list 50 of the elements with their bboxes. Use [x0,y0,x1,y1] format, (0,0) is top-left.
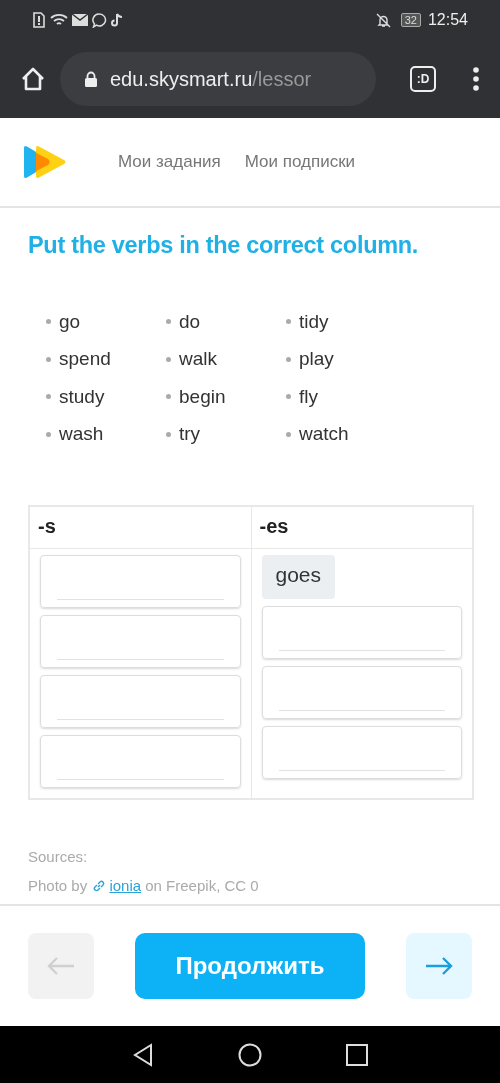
bell-off-icon [375,12,391,28]
task-title: Put the verbs in the correct column. [28,232,420,259]
drop-slot[interactable] [40,555,241,608]
verb-item: try [166,415,286,453]
verb-item: tidy [286,303,406,341]
wifi-icon [50,13,68,27]
verb-item: begin [166,378,286,416]
drop-slot[interactable] [40,615,241,668]
column-heading: -s [30,507,251,549]
drop-slot[interactable] [261,606,462,659]
photo-credit: Photo by ionia on Freepik, CC 0 [28,877,260,894]
recents-icon[interactable] [346,1043,368,1066]
tab-switcher-button[interactable]: :D [410,66,436,92]
drop-slot[interactable] [261,726,462,779]
home-circle-icon[interactable] [238,1042,262,1067]
arrow-right-icon [424,956,454,976]
url-text: edu.skysmart.ru/lessor [110,67,312,91]
verb-item: play [286,340,406,378]
sim-alert-icon [32,12,46,28]
verb-item: wash [46,415,166,453]
verb-item: spend [46,340,166,378]
clock-time: 12:54 [427,11,468,29]
next-button[interactable] [406,933,472,999]
verb-item: go [46,303,166,341]
music-note-icon [111,13,123,27]
drop-slot[interactable] [40,735,241,788]
verb-item: walk [166,340,286,378]
drop-slot[interactable] [261,666,462,719]
drop-slot[interactable] [40,675,241,728]
home-icon [20,66,46,92]
verb-item: study [46,378,166,416]
verb-item: watch [286,415,406,453]
lock-icon [84,71,98,87]
word-chip[interactable]: goes [261,555,336,599]
continue-button[interactable]: Продолжить [135,933,365,999]
nav-link[interactable]: Мои задания [118,152,221,172]
back-icon[interactable] [132,1042,154,1067]
sources-label: Sources: [28,848,89,865]
nav-link[interactable]: Мои подписки [244,152,356,172]
verb-item: fly [286,378,406,416]
author-link[interactable]: ionia [91,877,142,894]
arrow-left-icon [46,956,76,976]
logo-icon[interactable] [22,145,68,179]
battery-level: 32 [400,13,421,27]
column-heading: -es [251,507,472,549]
mail-icon [72,14,88,26]
verb-item: do [166,303,286,341]
menu-button[interactable] [470,64,482,94]
menu-icon [472,66,480,92]
address-bar[interactable]: edu.skysmart.ru/lessor [60,52,376,106]
